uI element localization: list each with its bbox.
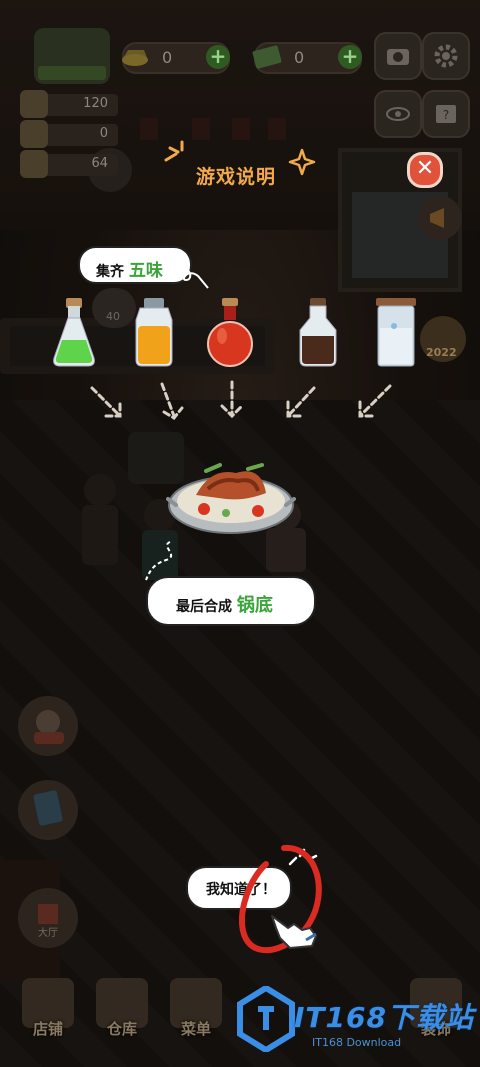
event-2022-button[interactable]: 2022 — [420, 316, 466, 362]
announcement-button[interactable] — [418, 196, 462, 240]
watermark-title: IT168下载站 — [294, 1001, 474, 1034]
clipboard-icon — [33, 790, 63, 826]
arrow-down-left-2 — [358, 384, 392, 418]
help-book-icon: ? — [436, 105, 456, 123]
combine-prefix: 最后合成 — [176, 599, 232, 615]
nav-menu-label: 菜单 — [180, 1020, 211, 1038]
pointer-hand-icon — [271, 915, 317, 949]
tutorial-title: 游戏说明 — [196, 166, 277, 188]
stat-2-value: 0 — [99, 126, 108, 141]
cash-value: 0 — [294, 48, 305, 67]
stat-3-icon — [20, 150, 48, 178]
view-button[interactable] — [374, 90, 422, 138]
brown-bottle-icon — [299, 298, 337, 367]
green-flask-icon — [53, 298, 95, 367]
nav-warehouse-label: 仓库 — [106, 1020, 137, 1038]
stat-2-icon — [20, 120, 48, 148]
stat-1-value: 120 — [83, 96, 108, 111]
nav-shop[interactable]: 店铺 — [16, 978, 80, 1058]
delivery-rabbit-icon — [34, 710, 64, 744]
collect-hint-text: 集齐 五味 — [96, 256, 163, 281]
add-coins-button[interactable]: + — [206, 45, 230, 69]
nav-menu[interactable]: 菜单 — [164, 978, 228, 1058]
salt-jar-icon — [376, 298, 416, 367]
red-bottle-icon — [207, 298, 253, 367]
close-button[interactable]: ✕ — [407, 152, 443, 188]
stat-row-3: 64 — [20, 150, 118, 178]
watermark: IT168下载站 IT168 Download — [236, 986, 476, 1056]
cash-icon — [252, 45, 282, 69]
hall-button[interactable]: 大厅 — [18, 888, 78, 948]
event-year-label: 2022 — [426, 346, 457, 359]
stat-1-icon — [20, 90, 48, 118]
collect-prefix: 集齐 — [96, 264, 124, 280]
eye-icon — [386, 107, 410, 121]
stat-3-value: 64 — [91, 156, 108, 171]
delivery-button[interactable] — [18, 696, 78, 756]
level-ribbon — [38, 66, 106, 80]
hotpot-dish-icon — [166, 463, 296, 534]
collect-highlight: 五味 — [128, 261, 163, 281]
coin-counter: 0 + — [122, 42, 230, 74]
watermark-subtitle: IT168 Download — [312, 1036, 402, 1049]
tasks-button[interactable] — [18, 780, 78, 840]
orange-jar-icon — [135, 298, 173, 367]
hall-label: 大厅 — [38, 928, 58, 939]
settings-button[interactable] — [422, 32, 470, 80]
gear-icon — [434, 44, 458, 68]
stat-row-1: 120 — [20, 90, 118, 118]
collect-hint-bubble: 集齐 五味 — [78, 246, 192, 284]
nav-shop-label: 店铺 — [32, 1020, 63, 1038]
megaphone-icon — [430, 208, 444, 228]
it168-logo-icon — [237, 986, 295, 1052]
title-sparkle-left-icon — [164, 140, 184, 162]
arrow-down — [220, 380, 244, 419]
player-level-badge[interactable] — [34, 28, 110, 84]
add-cash-button[interactable]: + — [338, 45, 362, 69]
cash-counter: 0 + — [252, 42, 362, 74]
arrow-down-right-2 — [160, 382, 184, 420]
arrow-down-left-1 — [286, 386, 316, 418]
customer-bubble-count: 40 — [106, 310, 120, 323]
coin-value: 0 — [162, 48, 173, 67]
combine-hint-bubble: 最后合成 锅底 — [146, 576, 316, 626]
gold-ingot-icon — [122, 50, 148, 66]
bubble-tail-squiggle — [179, 268, 209, 289]
camera-button[interactable] — [374, 32, 422, 80]
close-icon: ✕ — [415, 156, 435, 181]
svg-text:?: ? — [443, 108, 449, 122]
combine-hint-text: 最后合成 锅底 — [176, 591, 273, 617]
camera-icon — [387, 49, 409, 65]
stat-row-2: 0 — [20, 120, 118, 148]
hall-icon — [38, 904, 58, 924]
combine-highlight: 锅底 — [236, 595, 273, 616]
title-star-icon — [288, 148, 316, 176]
nav-warehouse[interactable]: 仓库 — [90, 978, 154, 1058]
help-book-button[interactable]: ? — [422, 90, 470, 138]
arrow-down-right-1 — [90, 386, 122, 418]
